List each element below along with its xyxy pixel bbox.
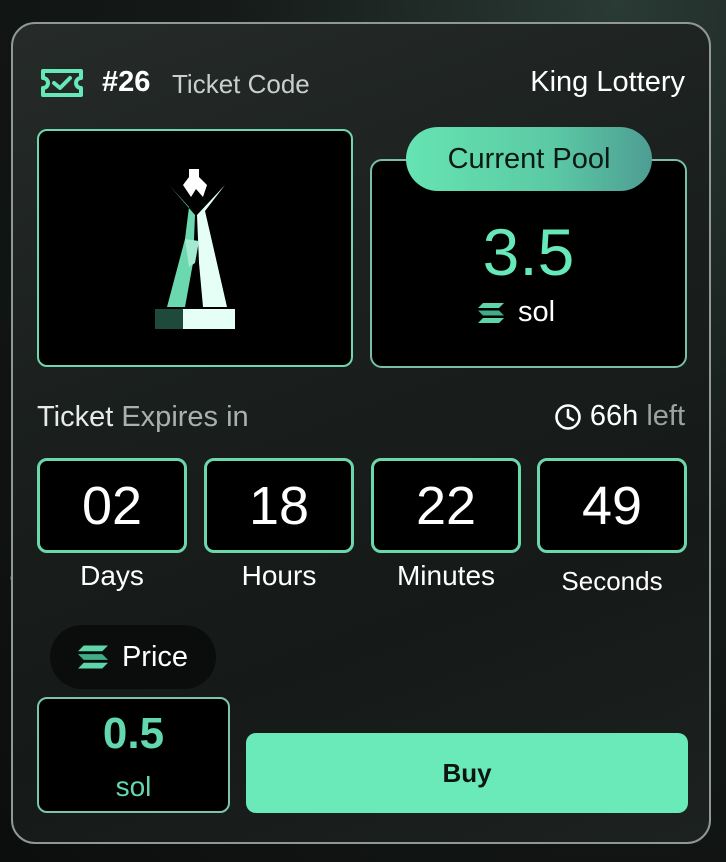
countdown-hours-box: 18 [204, 458, 354, 553]
left-word: left [646, 400, 685, 432]
lottery-ticket-card: #26 Ticket Code King Lottery Current Poo… [11, 22, 711, 844]
time-left: 66h left [554, 400, 685, 433]
price-unit: sol [115, 771, 152, 802]
solana-icon [478, 302, 504, 323]
countdown-minutes-box: 22 [371, 458, 521, 553]
chess-king-icon [155, 169, 235, 329]
countdown-hours-label: Hours [241, 560, 317, 591]
king-image-frame [37, 129, 353, 367]
countdown-seconds-box: 49 [537, 458, 687, 553]
countdown-minutes-label: Minutes [396, 560, 496, 591]
ticket-icon [41, 69, 83, 97]
price-label-pill: Price [50, 625, 216, 689]
pool-value: 3.5 [482, 215, 575, 289]
buy-button[interactable]: Buy [246, 733, 688, 813]
ticket-expires-label: Ticket Expires in [37, 401, 249, 434]
countdown-seconds-label: Seconds [561, 566, 663, 596]
clock-icon [555, 403, 581, 430]
countdown-days-box: 02 [37, 458, 187, 553]
price-label: Price [121, 640, 189, 673]
solana-icon [77, 645, 108, 669]
ticket-number: #26 [102, 66, 151, 98]
current-pool-label: Current Pool [406, 127, 652, 191]
pool-unit-row: sol [478, 296, 555, 329]
ticket-header: #26 Ticket Code King Lottery [13, 24, 709, 144]
pool-unit: sol [518, 296, 556, 328]
ticket-code-label: Ticket Code [172, 69, 310, 99]
expires-label-expires-in: Expires in [121, 401, 249, 433]
price-value: 0.5 [102, 709, 165, 758]
expires-label-ticket: Ticket [37, 401, 114, 433]
lottery-name: King Lottery [530, 66, 685, 98]
price-panel: 0.5 sol [37, 697, 230, 813]
countdown-days-label: Days [80, 560, 144, 591]
hours-left-value: 66h [589, 400, 639, 432]
